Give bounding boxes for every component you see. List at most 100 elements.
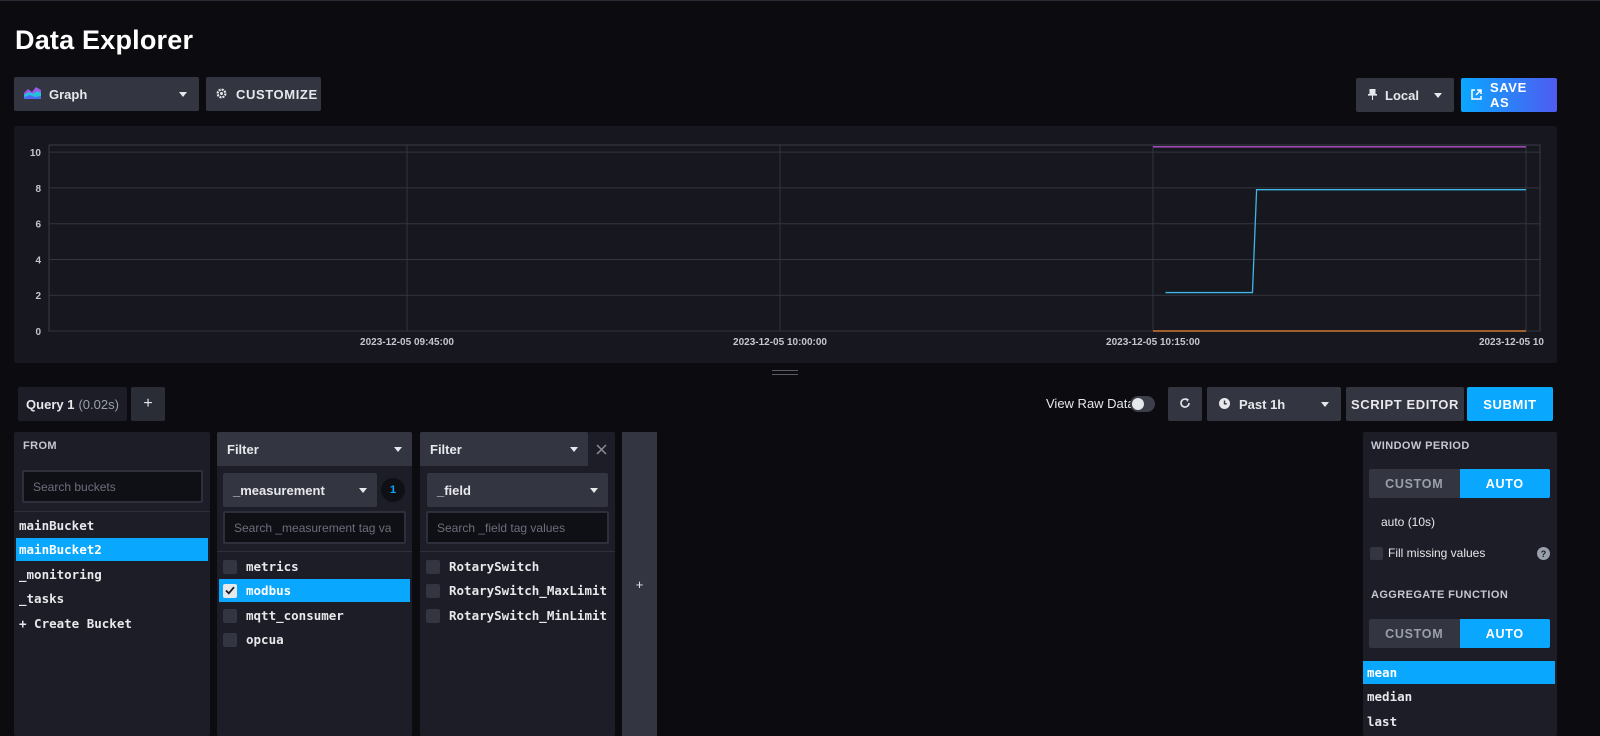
filter-label: Filter (227, 441, 259, 457)
submit-button[interactable]: SUBMIT (1467, 387, 1553, 421)
add-query-button[interactable]: + (131, 387, 165, 421)
search-buckets-input[interactable]: Search buckets (22, 470, 203, 503)
checkbox[interactable] (223, 559, 237, 574)
auto-window-value: auto (10s) (1381, 515, 1436, 529)
aggregate-custom-button[interactable]: CUSTOM (1369, 619, 1460, 648)
customize-label: CUSTOMIZE (236, 86, 318, 102)
query-tab-time: (0.02s) (78, 396, 119, 412)
graph-panel: 0 2 4 6 8 10 2023-12-05 09:45:00 2023-12-05 10:… (14, 126, 1557, 363)
filter-label: Filter (430, 441, 462, 457)
create-bucket-link[interactable]: + Create Bucket (16, 612, 208, 635)
measurement-filter-panel: Filter _measurement 1 Search _measuremen… (217, 432, 412, 736)
timezone-dropdown[interactable]: Local (1356, 78, 1454, 112)
checkbox-checked[interactable] (223, 583, 237, 598)
window-period-header: WINDOW PERIOD (1371, 440, 1470, 452)
time-range-dropdown[interactable]: Past 1h (1207, 387, 1341, 421)
measurement-name: opcua (246, 632, 284, 647)
x-tick-label: 2023-12-05 09:45:00 (360, 337, 454, 348)
field-name: RotarySwitch_MaxLimit (449, 583, 608, 598)
chevron-down-icon (179, 91, 187, 97)
line-chart: 0 2 4 6 8 10 2023-12-05 09:45:00 2023-12-05 10:… (30, 144, 1544, 348)
bucket-item[interactable]: _monitoring (16, 563, 208, 586)
query-tab-name: Query 1 (26, 396, 75, 412)
divider (217, 551, 412, 552)
bucket-item-selected[interactable]: mainBucket2 (16, 538, 208, 561)
divider (14, 511, 210, 512)
field-filter-panel: Filter _field Search _field tag values R… (420, 432, 615, 736)
measurement-item[interactable]: opcua (219, 628, 410, 651)
clock-icon (1219, 397, 1230, 412)
chevron-down-icon (1434, 92, 1442, 98)
function-item[interactable]: last (1363, 710, 1555, 733)
customize-button[interactable]: CUSTOMIZE (206, 77, 321, 111)
help-icon[interactable]: ? (1537, 547, 1550, 560)
checkbox[interactable] (1370, 546, 1383, 560)
resize-handle[interactable] (772, 370, 798, 375)
y-tick-label: 6 (35, 220, 41, 231)
field-item[interactable]: RotarySwitch_MaxLimit (422, 579, 613, 602)
add-filter-button[interactable]: + (622, 432, 657, 736)
measurement-name: modbus (246, 583, 292, 598)
function-item-selected[interactable]: mean (1363, 661, 1555, 684)
script-editor-button[interactable]: SCRIPT EDITOR (1346, 387, 1464, 421)
search-field-input[interactable]: Search _field tag values (426, 511, 609, 544)
refresh-button[interactable] (1168, 387, 1202, 421)
divider (420, 551, 615, 552)
measurement-name: mqtt_consumer (246, 608, 344, 623)
save-as-button[interactable]: SAVE AS (1461, 78, 1557, 112)
fill-missing-label: Fill missing values (1388, 546, 1486, 560)
save-as-label: SAVE AS (1490, 80, 1527, 110)
field-item[interactable]: RotarySwitch_MinLimit (422, 604, 613, 627)
view-raw-data-toggle[interactable] (1130, 396, 1155, 412)
export-icon (1471, 88, 1482, 103)
checkbox[interactable] (223, 632, 237, 647)
measurement-item[interactable]: metrics (219, 555, 410, 578)
tab-query-1[interactable]: Query 1 (0.02s) (18, 387, 127, 421)
check-icon (225, 586, 235, 595)
filter-function-dropdown[interactable]: Filter (217, 432, 412, 466)
view-raw-data-label: View Raw Data (1046, 396, 1135, 411)
aggregate-auto-button[interactable]: AUTO (1459, 619, 1550, 648)
checkbox[interactable] (426, 559, 440, 574)
close-icon[interactable] (596, 442, 607, 460)
y-tick-label: 0 (35, 327, 41, 338)
aggregate-function-header: AGGREGATE FUNCTION (1371, 589, 1509, 601)
page-title: Data Explorer (15, 25, 194, 55)
field-name: RotarySwitch_MinLimit (449, 608, 608, 623)
window-period-toggle: CUSTOM AUTO (1369, 469, 1550, 498)
y-tick-label: 4 (35, 255, 41, 266)
y-tick-label: 10 (30, 148, 42, 159)
measurement-item[interactable]: mqtt_consumer (219, 604, 410, 627)
search-measurement-input[interactable]: Search _measurement tag va (223, 511, 406, 544)
from-panel: FROM Search buckets mainBucket mainBucke… (14, 432, 210, 736)
checkbox[interactable] (223, 608, 237, 623)
bucket-item[interactable]: mainBucket (16, 514, 208, 537)
selected-count-badge: 1 (381, 478, 405, 502)
filter-function-dropdown[interactable]: Filter (420, 432, 588, 466)
graph-type-label: Graph (49, 86, 88, 102)
y-tick-label: 8 (35, 184, 41, 195)
checkbox[interactable] (426, 608, 440, 623)
measurement-item-selected[interactable]: modbus (219, 579, 410, 602)
function-item[interactable]: median (1363, 685, 1555, 708)
chevron-down-icon (394, 446, 402, 452)
chevron-down-icon (1321, 401, 1329, 407)
measurement-key-label: _measurement (233, 482, 325, 498)
window-custom-button[interactable]: CUSTOM (1369, 469, 1460, 498)
field-item[interactable]: RotarySwitch (422, 555, 613, 578)
graph-type-dropdown[interactable]: Graph (14, 77, 199, 111)
field-key-dropdown[interactable]: _field (427, 473, 608, 507)
refresh-icon (1179, 397, 1191, 412)
checkbox[interactable] (426, 583, 440, 598)
graph-icon (24, 86, 41, 102)
window-auto-button[interactable]: AUTO (1459, 469, 1550, 498)
aggregate-panel: WINDOW PERIOD CUSTOM AUTO auto (10s) Fil… (1363, 432, 1557, 736)
field-key-label: _field (437, 482, 471, 498)
pin-icon (1368, 88, 1377, 103)
chevron-down-icon (590, 487, 598, 493)
x-tick-label: 2023-12-05 10 (1479, 337, 1544, 348)
measurement-key-dropdown[interactable]: _measurement (223, 473, 377, 507)
fill-missing-option[interactable]: Fill missing values (1370, 546, 1485, 560)
from-header: FROM (23, 440, 57, 452)
bucket-item[interactable]: _tasks (16, 587, 208, 610)
